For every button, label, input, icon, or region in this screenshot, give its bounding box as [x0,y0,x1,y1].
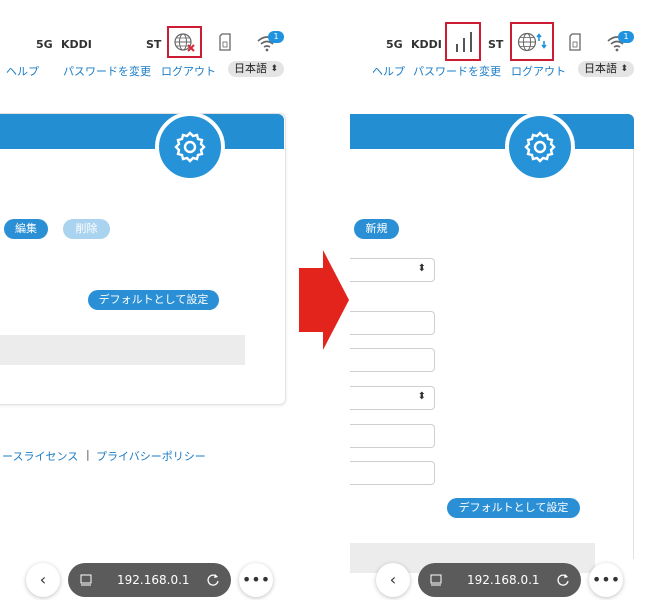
set-default-button[interactable]: デフォルトとして設定 [447,498,580,518]
more-dots-icon: ••• [591,570,621,589]
more-button[interactable]: ••• [239,563,273,597]
gear-icon [524,131,556,163]
before-screenshot: 5G KDDI ST 1 ヘルプ パスワードを変更 ログアウト 日本語 ⬍ 編集… [0,0,300,600]
card-header [350,114,634,149]
carrier-label: KDDI [411,38,442,51]
card-border [633,149,634,559]
chevron-updown-icon: ⬍ [270,64,278,74]
help-link[interactable]: ヘルプ [372,63,405,79]
profile-select[interactable]: ⬍ [350,258,435,282]
language-select-value: 日本語 [584,62,617,75]
address-text: 192.168.0.1 [467,573,540,587]
gear-icon [174,131,206,163]
new-button[interactable]: 新規 [354,219,399,239]
language-select-value: 日本語 [234,62,267,75]
gear-badge [155,112,225,182]
st-label: ST [488,38,504,51]
license-link[interactable]: ースライセンス [2,448,78,464]
reload-icon[interactable] [556,573,570,587]
address-bar[interactable]: 192.168.0.1 [418,563,581,597]
tabs-icon [80,574,92,586]
sim-card-icon [569,33,581,51]
after-screenshot: 5G KDDI ST 1 ヘルプ パスワードを変更 ログアウト 日本語 ⬍ 新規… [350,0,650,600]
wifi-badge: 1 [268,31,284,43]
help-link[interactable]: ヘルプ [6,63,39,79]
reload-icon[interactable] [206,573,220,587]
text-input-2[interactable] [350,348,435,372]
network-type-label: 5G [36,38,53,51]
st-label: ST [146,38,162,51]
chevron-updown-icon: ⬍ [417,263,426,274]
wifi-badge: 1 [618,31,634,43]
chevron-left-icon: ‹ [389,570,397,589]
language-select[interactable]: 日本語 ⬍ [228,61,284,77]
language-select[interactable]: 日本語 ⬍ [578,61,634,77]
text-input-3[interactable] [350,424,435,448]
change-password-link[interactable]: パスワードを変更 [413,63,501,79]
privacy-policy-link[interactable]: プライバシーポリシー [96,448,206,464]
network-type-label: 5G [386,38,403,51]
auth-select[interactable]: ⬍ [350,386,435,410]
change-password-link[interactable]: パスワードを変更 [63,63,151,79]
signal-bars-icon [456,32,472,52]
back-button[interactable]: ‹ [26,563,60,597]
more-button[interactable]: ••• [589,563,623,597]
gear-badge [505,112,575,182]
back-button[interactable]: ‹ [376,563,410,597]
chevron-updown-icon: ⬍ [417,391,426,402]
logout-link[interactable]: ログアウト [161,63,216,79]
footer-separator: | [86,448,90,461]
arrow-right-icon [299,250,349,350]
logout-link[interactable]: ログアウト [511,63,566,79]
address-text: 192.168.0.1 [117,573,190,587]
edit-button[interactable]: 編集 [4,219,48,239]
card-header [0,114,284,149]
address-bar[interactable]: 192.168.0.1 [68,563,231,597]
grey-row [0,335,245,365]
more-dots-icon: ••• [241,570,271,589]
text-input-1[interactable] [350,311,435,335]
chevron-left-icon: ‹ [39,570,47,589]
globe-transfer-icon[interactable] [516,31,550,53]
tabs-icon [430,574,442,586]
carrier-label: KDDI [61,38,92,51]
globe-x-icon[interactable] [173,32,197,54]
sim-card-icon [219,33,231,51]
delete-button[interactable]: 削除 [63,219,110,239]
set-default-button[interactable]: デフォルトとして設定 [88,290,219,310]
chevron-updown-icon: ⬍ [620,64,628,74]
text-input-4[interactable] [350,461,435,485]
